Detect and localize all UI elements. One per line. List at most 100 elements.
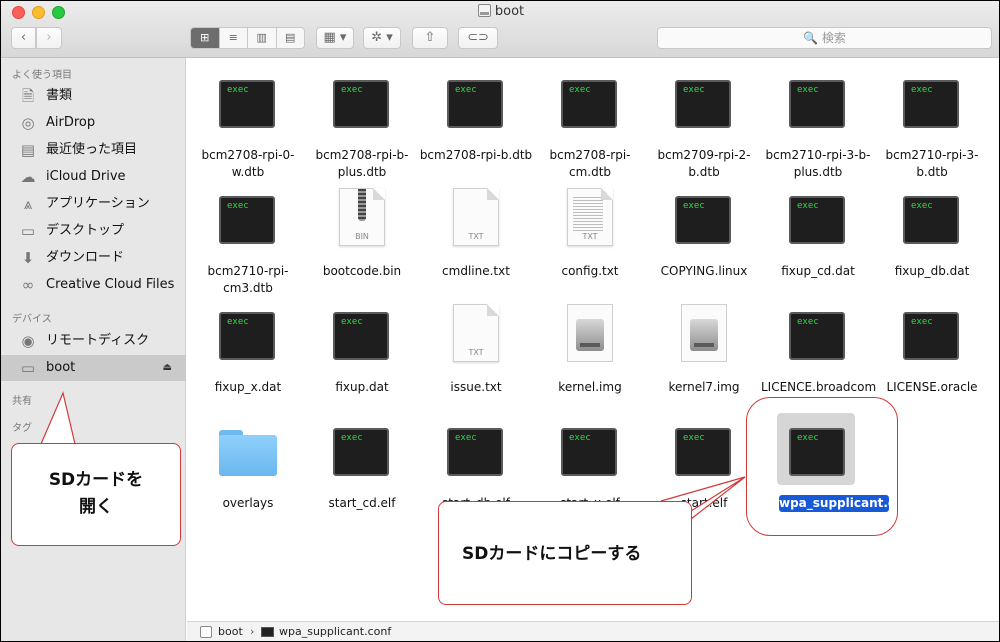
file-item[interactable]: exec start_cd.elf: [305, 413, 415, 523]
sidebar-item-label: boot: [46, 360, 76, 375]
exec-file-icon: exec: [901, 188, 961, 248]
sidebar-item-creative-cloud-files[interactable]: ∞ Creative Cloud Files: [1, 272, 186, 298]
sidebar-header-shared: 共有: [12, 396, 32, 407]
file-item[interactable]: TXT issue.txt: [419, 297, 529, 407]
back-button[interactable]: ‹: [11, 27, 36, 49]
sidebar: よく使う項目 🗎 書類 ◎ AirDrop ▤ 最近使った項目 ☁ iCloud Drive ⩓ ア…: [1, 58, 186, 641]
file-item[interactable]: exec bcm2708-rpi-b.dtb: [419, 65, 532, 175]
applications-icon: ⩓: [23, 195, 33, 213]
recents-icon: ▤: [20, 141, 36, 159]
sidebar-item-label: 最近使った項目: [46, 142, 138, 157]
sidebar-item-boot[interactable]: ▭ boot ⏏: [1, 355, 186, 381]
list-view-button[interactable]: ≡: [220, 28, 248, 48]
exec-file-icon: exec: [217, 188, 277, 248]
finder-window: boot ‹ › ⊞ ≡ ▥ ▤ ▦ ▾ ✲ ▾ ⇧ ⊂⊃ 🔍 検索 よく使う項…: [0, 0, 1000, 642]
exec-file-icon: exec: [217, 72, 277, 132]
file-item[interactable]: exec bcm2709-rpi-2-b.dtb: [647, 65, 757, 179]
file-item[interactable]: exec bcm2710-rpi-cm3.dtb: [191, 181, 301, 295]
exec-file-icon: exec: [559, 420, 619, 480]
gallery-view-button[interactable]: ▤: [277, 28, 305, 48]
file-item[interactable]: exec bcm2708-rpi-cm.dtb: [533, 65, 643, 179]
file-item[interactable]: exec LICENCE.broadcom: [761, 297, 876, 407]
file-name: LICENSE.oracle: [886, 380, 978, 394]
path-item-boot[interactable]: boot: [218, 622, 243, 641]
exec-file-icon: exec: [787, 304, 847, 364]
file-name: kernel.img: [558, 380, 622, 394]
path-bar: boot › wpa_supplicant.conf: [187, 621, 999, 641]
zip-binary-file-icon: BIN: [331, 188, 391, 248]
file-name: bcm2710-rpi-3-b-plus.dtb: [765, 148, 871, 179]
sidebar-item-label: Creative Cloud Files: [46, 277, 175, 292]
forward-button[interactable]: ›: [36, 27, 62, 49]
file-name: fixup_cd.dat: [781, 264, 855, 278]
arrange-button[interactable]: ▦ ▾: [316, 27, 354, 49]
file-name: bcm2708-rpi-cm.dtb: [549, 148, 631, 179]
sidebar-item-icloud-drive[interactable]: ☁ iCloud Drive: [1, 164, 186, 190]
disk-image-icon: [673, 304, 733, 364]
search-input[interactable]: 🔍 検索: [657, 27, 992, 49]
callout-open-sd-line2: 開く: [79, 497, 113, 517]
exec-file-icon: [261, 627, 274, 637]
window-title-text: boot: [494, 4, 525, 19]
file-name: bootcode.bin: [322, 264, 402, 278]
callout-copy-sd: SDカードにコピーする: [438, 501, 692, 605]
sidebar-item-label: iCloud Drive: [46, 169, 126, 184]
column-view-button[interactable]: ▥: [248, 28, 277, 48]
sidebar-item-airdrop[interactable]: ◎ AirDrop: [1, 110, 186, 136]
path-separator-icon: ›: [250, 625, 255, 638]
view-mode-selector: ⊞ ≡ ▥ ▤: [190, 27, 305, 49]
exec-file-icon: exec: [559, 72, 619, 132]
sidebar-item-[interactable]: 🗎 書類: [1, 83, 186, 109]
file-name: bcm2710-rpi-3-b.dtb: [885, 148, 979, 179]
title-bar: boot ‹ › ⊞ ≡ ▥ ▤ ▦ ▾ ✲ ▾ ⇧ ⊂⊃ 🔍 検索: [1, 1, 999, 58]
drive-icon: ▭: [20, 359, 36, 377]
sidebar-item-label: ダウンロード: [46, 250, 125, 265]
sidebar-header-tags: タグ: [12, 423, 32, 434]
file-item[interactable]: TXT cmdline.txt: [419, 181, 529, 291]
exec-file-icon: exec: [901, 72, 961, 132]
file-name: start_cd.elf: [328, 496, 396, 510]
sidebar-item-label: デスクトップ: [46, 223, 125, 238]
eject-icon[interactable]: ⏏: [163, 355, 172, 381]
download-icon: ⬇: [21, 249, 35, 267]
file-item[interactable]: TXT config.txt: [533, 181, 643, 291]
sidebar-item-label: 書類: [46, 88, 73, 103]
file-item[interactable]: overlays: [191, 413, 301, 523]
file-item[interactable]: exec bcm2710-rpi-3-b.dtb: [875, 65, 985, 179]
action-gear-button[interactable]: ✲ ▾: [363, 27, 401, 49]
file-item[interactable]: kernel.img: [533, 297, 643, 407]
file-item[interactable]: BIN bootcode.bin: [305, 181, 415, 291]
share-button[interactable]: ⇧: [412, 27, 448, 49]
tag-button[interactable]: ⊂⊃: [458, 27, 498, 49]
sidebar-item-[interactable]: ◉ リモートディスク: [1, 328, 186, 354]
sidebar-item-[interactable]: ▤ 最近使った項目: [1, 137, 186, 163]
icon-view-button[interactable]: ⊞: [191, 28, 220, 48]
file-item[interactable]: exec bcm2708-rpi-b-plus.dtb: [305, 65, 415, 179]
sidebar-item-[interactable]: ⩓ アプリケーション: [1, 191, 186, 217]
file-item[interactable]: exec bcm2710-rpi-3-b-plus.dtb: [761, 65, 871, 179]
file-item[interactable]: exec fixup.dat: [305, 297, 415, 407]
file-name: COPYING.linux: [660, 264, 748, 278]
file-item[interactable]: kernel7.img: [647, 297, 757, 407]
file-name: overlays: [222, 496, 274, 510]
file-item[interactable]: exec fixup_db.dat: [875, 181, 985, 291]
exec-file-icon: exec: [445, 420, 505, 480]
file-item[interactable]: exec fixup_x.dat: [191, 297, 301, 407]
sidebar-item-label: AirDrop: [46, 115, 96, 130]
file-item[interactable]: exec LICENSE.oracle: [875, 297, 985, 407]
file-item[interactable]: exec COPYING.linux: [647, 181, 757, 291]
exec-file-icon: exec: [787, 72, 847, 132]
sidebar-item-[interactable]: ⬇ ダウンロード: [1, 245, 186, 271]
path-item-file[interactable]: wpa_supplicant.conf: [279, 622, 391, 641]
file-name: fixup_db.dat: [894, 264, 970, 278]
text-file-icon: TXT: [445, 304, 505, 364]
sidebar-item-[interactable]: ▭ デスクトップ: [1, 218, 186, 244]
file-item[interactable]: exec bcm2708-rpi-0-w.dtb: [191, 65, 301, 179]
exec-file-icon: exec: [901, 304, 961, 364]
file-name: bcm2708-rpi-b.dtb: [419, 148, 533, 162]
text-file-icon: TXT: [445, 188, 505, 248]
file-item[interactable]: exec fixup_cd.dat: [761, 181, 871, 291]
drive-icon: [477, 4, 491, 17]
cloud-icon: ☁: [20, 168, 36, 186]
file-name: config.txt: [561, 264, 619, 278]
